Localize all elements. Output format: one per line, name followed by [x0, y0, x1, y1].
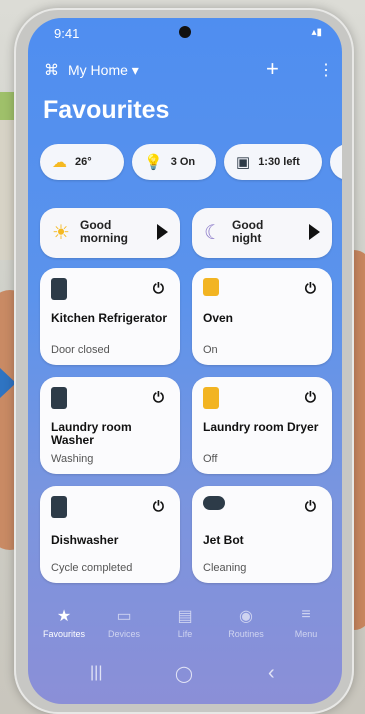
tab-label: Devices [107, 629, 140, 639]
phone-screen: 9:41 ▴▮ ⌘ My Home ▾ + ⋮ Favourites ☁ 26°… [28, 18, 342, 704]
tab-label: Life [177, 629, 193, 639]
refrigerator-icon [51, 278, 67, 300]
home-grid-icon[interactable]: ⌘ [44, 61, 59, 79]
washer-icon: ▣ [236, 154, 251, 171]
device-name: Laundry room Dryer [203, 420, 319, 434]
back-icon[interactable]: ‹ [268, 662, 275, 685]
dryer-icon [203, 387, 219, 409]
power-icon[interactable]: ⏻ [305, 280, 316, 297]
power-icon[interactable]: ⏻ [305, 389, 316, 406]
tab-menu[interactable]: ≡ Menu [276, 606, 336, 639]
device-card-kitchen-refrigerator[interactable]: ⏻ Kitchen Refrigerator Door closed [40, 268, 180, 365]
washer-icon [51, 387, 67, 409]
chip-overflow[interactable] [330, 144, 342, 180]
tab-favourites[interactable]: ★ Favourites [34, 606, 94, 639]
add-icon[interactable]: + [266, 58, 279, 80]
device-status: Cleaning [203, 562, 247, 574]
laundry-chip[interactable]: ▣ 1:30 left [224, 144, 322, 180]
weather-chip[interactable]: ☁ 26° [40, 144, 124, 180]
device-status: Washing [51, 453, 94, 465]
page-title: Favourites [43, 96, 170, 124]
status-bar: 9:41 ▴▮ [28, 26, 342, 42]
robot-vacuum-icon [203, 496, 225, 510]
tab-routines[interactable]: ◉ Routines [216, 606, 276, 639]
device-card-laundry-dryer[interactable]: ⏻ Laundry room Dryer Off [192, 377, 332, 474]
device-name: Oven [203, 311, 234, 325]
lights-chip[interactable]: 💡 3 On [132, 144, 216, 180]
scene-label: Good night [232, 218, 264, 245]
scene-label: Good morning [80, 218, 128, 245]
home-icon[interactable]: ◯ [175, 664, 193, 684]
light-bulb-icon: 💡 [144, 154, 163, 171]
lights-chip-text: 3 On [170, 156, 196, 168]
device-card-jet-bot[interactable]: ⏻ Jet Bot Cleaning [192, 486, 332, 583]
signal-battery-icon: ▴▮ [311, 27, 322, 38]
laundry-chip-text: 1:30 left [258, 156, 300, 168]
routines-icon: ◉ [239, 608, 253, 625]
device-status: Off [203, 453, 218, 465]
device-name: Kitchen Refrigerator [51, 311, 168, 325]
tab-devices[interactable]: ▭ Devices [94, 606, 154, 639]
system-nav-bar: ||| ◯ ‹ [28, 662, 342, 690]
tab-label: Routines [228, 629, 264, 639]
device-name: Dishwasher [51, 533, 119, 547]
power-icon[interactable]: ⏻ [153, 389, 164, 406]
power-icon[interactable]: ⏻ [153, 280, 164, 297]
moon-icon: ☾ [204, 222, 222, 244]
weather-chip-text: 26° [75, 156, 92, 168]
devices-icon: ▭ [116, 608, 132, 625]
play-icon[interactable] [157, 224, 168, 240]
scene-good-morning[interactable]: ☀ Good morning [40, 208, 180, 258]
life-icon: ▤ [177, 608, 193, 625]
device-name: Jet Bot [203, 533, 244, 547]
device-status: Cycle completed [51, 562, 133, 574]
device-name: Laundry room Washer [51, 420, 132, 447]
device-status: On [203, 344, 218, 356]
device-card-laundry-washer[interactable]: ⏻ Laundry room Washer Washing [40, 377, 180, 474]
scene-good-night[interactable]: ☾ Good night [192, 208, 332, 258]
device-card-dishwasher[interactable]: ⏻ Dishwasher Cycle completed [40, 486, 180, 583]
power-icon[interactable]: ⏻ [305, 498, 316, 515]
dishwasher-icon [51, 496, 67, 518]
power-icon[interactable]: ⏻ [153, 498, 164, 515]
bottom-nav: ★ Favourites ▭ Devices ▤ Life ◉ Routines… [28, 606, 342, 656]
oven-icon [203, 278, 219, 296]
star-icon: ★ [56, 608, 72, 625]
device-card-oven[interactable]: ⏻ Oven On [192, 268, 332, 365]
play-icon[interactable] [309, 224, 320, 240]
recent-apps-icon[interactable]: ||| [90, 664, 102, 682]
cloud-sun-icon: ☁ [52, 154, 67, 171]
sun-icon: ☀ [52, 222, 70, 244]
menu-icon: ≡ [301, 606, 311, 623]
device-status: Door closed [51, 344, 110, 356]
tab-label: Favourites [42, 629, 86, 639]
home-selector[interactable]: My Home ▾ [68, 62, 139, 79]
tab-life[interactable]: ▤ Life [155, 606, 215, 639]
more-options-icon[interactable]: ⋮ [318, 60, 334, 80]
tab-label: Menu [294, 629, 318, 639]
status-time: 9:41 [54, 26, 80, 41]
app-header: ⌘ My Home ▾ + ⋮ [28, 58, 342, 84]
